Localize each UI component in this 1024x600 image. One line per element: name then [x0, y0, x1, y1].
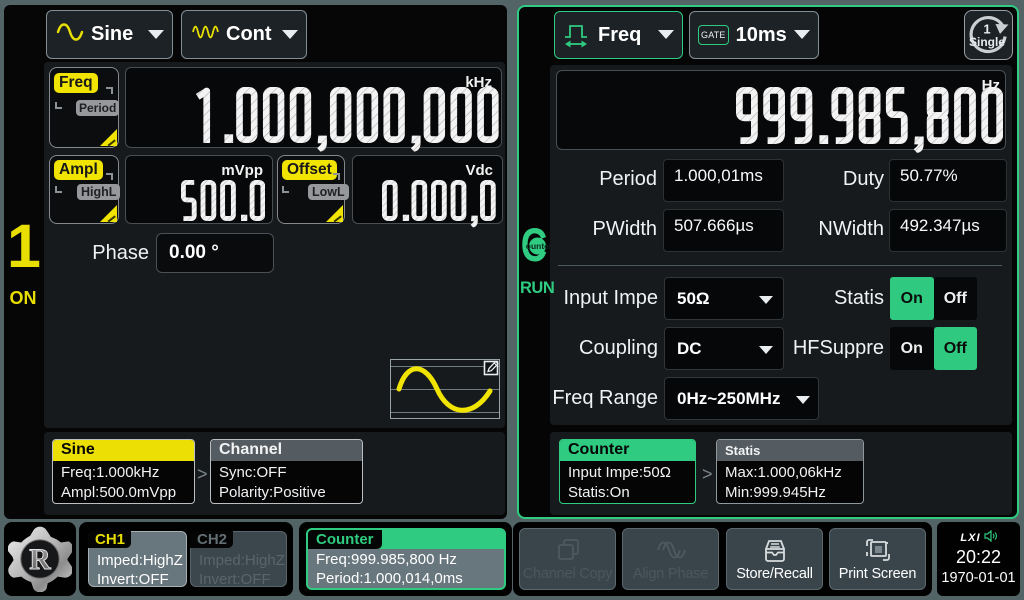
svg-text:ounter: ounter — [526, 241, 553, 251]
svg-text:Single: Single — [969, 35, 1005, 49]
svg-text:R: R — [29, 544, 51, 576]
